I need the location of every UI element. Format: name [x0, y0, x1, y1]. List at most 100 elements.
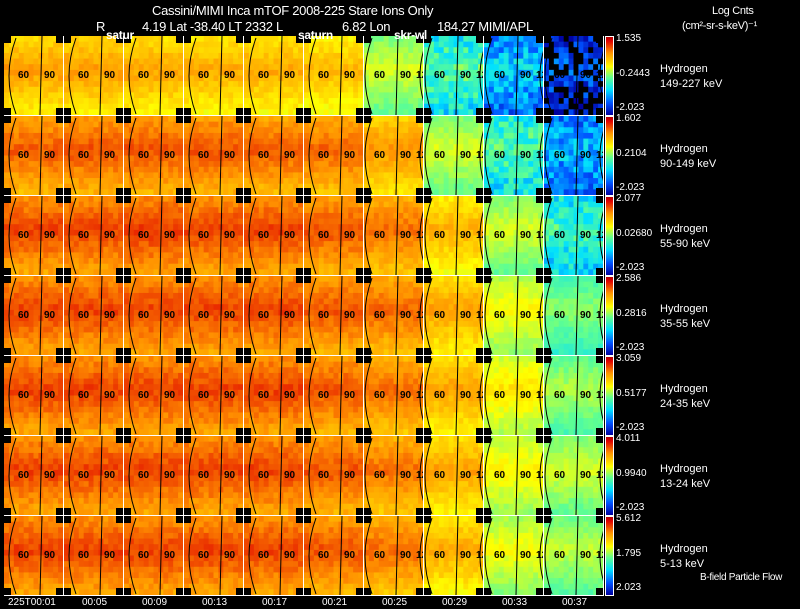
pixel	[318, 246, 325, 253]
pixel	[8, 235, 15, 242]
pixel	[138, 161, 145, 168]
pixel	[318, 58, 325, 65]
pixel	[493, 132, 500, 140]
pixel	[403, 183, 409, 190]
pixel	[48, 81, 54, 88]
pixel	[108, 263, 114, 270]
pixel	[48, 166, 54, 173]
pixel	[548, 138, 555, 145]
pixel	[458, 183, 464, 190]
pixel	[124, 252, 130, 259]
pixel	[558, 132, 565, 140]
pixel	[388, 149, 394, 156]
pixel	[448, 138, 454, 145]
pixel	[18, 116, 25, 123]
pixel	[333, 69, 339, 76]
pixel	[23, 178, 30, 185]
pixel	[368, 212, 375, 220]
pixel	[578, 172, 584, 179]
pixel	[263, 246, 270, 253]
pixel	[268, 47, 274, 54]
pixel	[124, 224, 130, 231]
pixel	[358, 132, 363, 140]
pixel	[78, 41, 85, 48]
pixel	[583, 132, 589, 140]
pixel	[28, 138, 34, 145]
pixel	[93, 86, 99, 93]
pixel	[398, 269, 404, 275]
pixel	[78, 263, 85, 270]
pixel	[348, 183, 354, 190]
pixel	[443, 47, 450, 54]
pixel	[93, 149, 99, 156]
pixel	[4, 161, 10, 168]
pixel	[528, 121, 534, 128]
pixel	[48, 92, 54, 99]
pixel	[433, 81, 440, 88]
pixel	[498, 189, 505, 195]
pixel	[138, 178, 145, 185]
pixel	[548, 98, 555, 105]
pixel	[413, 58, 419, 65]
pixel	[368, 81, 375, 88]
pixel	[93, 252, 99, 259]
pixel	[473, 98, 479, 105]
pixel	[353, 207, 359, 214]
pixel	[263, 212, 270, 220]
pixel	[388, 246, 394, 253]
pixel	[268, 149, 274, 156]
pixel	[158, 183, 164, 190]
pixel	[468, 103, 474, 110]
pixel	[203, 47, 210, 54]
pixel	[168, 98, 174, 105]
pixel	[523, 132, 529, 140]
pixel	[163, 81, 169, 88]
pixel	[163, 103, 169, 110]
pixel	[228, 189, 234, 195]
pixel	[88, 69, 94, 76]
pixel	[168, 189, 174, 195]
pixel	[583, 36, 589, 43]
pixel	[278, 189, 284, 195]
pixel	[383, 178, 390, 185]
pixel	[558, 41, 565, 48]
pixel	[304, 161, 310, 168]
pixel	[593, 132, 599, 140]
pixel	[293, 178, 299, 185]
pixel	[388, 178, 394, 185]
pixel	[208, 189, 214, 195]
pixel	[273, 229, 279, 236]
pixel	[508, 109, 514, 115]
pixel	[193, 132, 200, 140]
pixel	[528, 81, 534, 88]
pixel	[588, 116, 594, 123]
pixel	[468, 58, 474, 65]
pixel	[58, 172, 63, 179]
pixel	[143, 132, 150, 140]
pixel	[268, 166, 274, 173]
pixel	[558, 161, 565, 168]
pixel	[4, 246, 10, 253]
pixel	[268, 183, 274, 190]
pixel	[163, 47, 169, 54]
pixel	[93, 103, 99, 110]
pixel	[4, 47, 10, 54]
pixel	[493, 92, 500, 99]
pixel	[443, 201, 450, 208]
pixel	[538, 98, 543, 105]
pixel	[213, 161, 219, 168]
pixel	[228, 252, 234, 259]
pixel	[173, 212, 179, 220]
pixel	[218, 116, 224, 123]
pixel	[43, 116, 49, 123]
pixel	[88, 229, 94, 236]
pixel	[518, 116, 524, 123]
pixel	[573, 64, 579, 71]
pixel	[193, 58, 200, 65]
pixel	[308, 149, 315, 156]
pixel	[468, 218, 474, 225]
pixel	[598, 98, 603, 105]
pixel	[58, 138, 63, 145]
pixel	[268, 235, 274, 242]
pixel	[153, 103, 159, 110]
